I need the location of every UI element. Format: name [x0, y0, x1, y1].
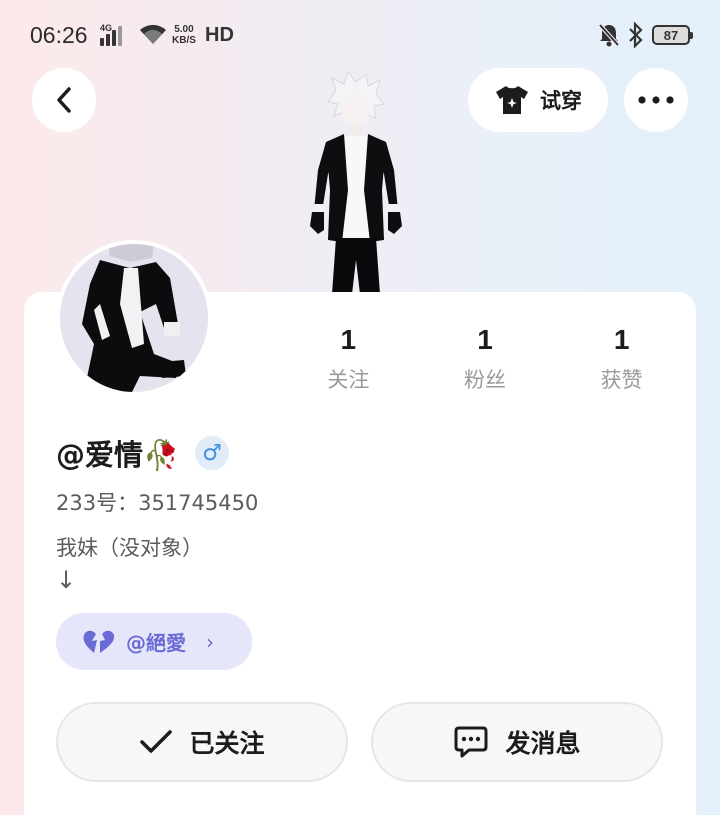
- stat-value: 1: [477, 324, 493, 355]
- stat-value: 1: [613, 324, 630, 355]
- bio-line-2: ↓: [56, 566, 77, 594]
- tshirt-icon: [496, 86, 528, 114]
- send-message-label: 发消息: [505, 729, 581, 758]
- network-type-label: 4G: [100, 23, 113, 33]
- relationship-tag[interactable]: @絕愛 ›: [56, 613, 252, 670]
- stat-likes[interactable]: 1 获赞: [553, 322, 690, 394]
- cellular-signal-icon: 4G: [100, 23, 122, 46]
- username: @爱情🥀: [56, 438, 180, 472]
- stat-followers[interactable]: 1 粉丝: [417, 322, 554, 394]
- more-dots-icon: [638, 96, 674, 104]
- stat-following[interactable]: 1 关注: [280, 322, 417, 394]
- hd-indicator: HD: [205, 24, 234, 46]
- avatar-image: [60, 244, 208, 392]
- status-time: 06:26: [30, 22, 88, 48]
- username-row: @爱情🥀 ♂: [56, 432, 230, 474]
- heart-icon: [83, 630, 115, 653]
- send-message-button[interactable]: 发消息: [371, 702, 663, 782]
- chat-bubble-icon: [454, 726, 488, 758]
- avatar-character-figure: [310, 70, 402, 294]
- battery-icon: 87: [652, 25, 693, 45]
- stat-label: 粉丝: [464, 368, 506, 392]
- mute-notification-icon: [598, 23, 620, 47]
- followed-button[interactable]: 已关注: [56, 702, 348, 782]
- stat-label: 关注: [327, 368, 370, 392]
- status-bar: 06:26 4G 5.00 KB/S HD 87: [0, 0, 720, 72]
- user-id: 233号：351745450: [56, 491, 259, 515]
- avatar[interactable]: [56, 240, 212, 396]
- status-right: 87: [598, 22, 693, 48]
- wifi-icon: [140, 24, 166, 44]
- followed-label: 已关注: [189, 729, 265, 758]
- chevron-left-icon: [57, 87, 71, 113]
- relationship-label: @絕愛: [126, 631, 186, 655]
- profile-stats: 1 关注 1 粉丝 1 获赞: [280, 322, 690, 394]
- back-button[interactable]: [32, 68, 96, 132]
- more-options-button[interactable]: [624, 68, 688, 132]
- male-gender-icon: ♂: [195, 436, 230, 470]
- stat-label: 获赞: [600, 368, 643, 392]
- bluetooth-icon: [629, 22, 643, 48]
- speed-unit: KB/S: [172, 35, 196, 46]
- stat-value: 1: [340, 324, 357, 355]
- checkmark-icon: [140, 730, 173, 753]
- speed-value: 5.00: [174, 24, 194, 35]
- network-speed: 5.00 KB/S: [172, 24, 196, 46]
- chevron-right-icon: ›: [206, 629, 214, 654]
- try-on-label: 试穿: [540, 89, 582, 113]
- try-on-button[interactable]: 试穿: [468, 68, 608, 132]
- bio-line-1: 我妹（没对象）: [56, 536, 203, 560]
